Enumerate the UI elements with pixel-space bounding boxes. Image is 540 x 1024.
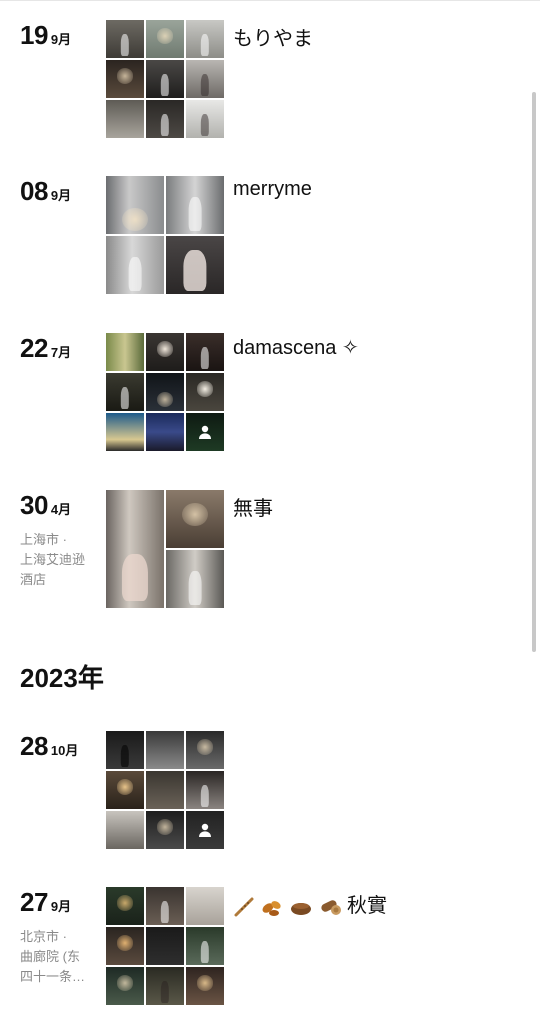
photo-thumbnail[interactable] bbox=[106, 887, 144, 925]
wood-emoji-icon bbox=[321, 900, 341, 915]
entry-day: 22 bbox=[20, 333, 48, 363]
chestnut-emoji-icon bbox=[291, 902, 311, 915]
photo-thumbnail[interactable] bbox=[106, 100, 144, 138]
location-line: 四十一条… bbox=[20, 969, 86, 984]
entry-caption[interactable]: damascena ✧ bbox=[233, 335, 359, 360]
photo-thumbnail[interactable] bbox=[186, 927, 224, 965]
photo-thumbnail[interactable] bbox=[146, 413, 184, 451]
photo-thumbnail[interactable] bbox=[146, 967, 184, 1005]
entry-day: 19 bbox=[20, 20, 48, 50]
photo-thumbnail[interactable] bbox=[106, 927, 144, 965]
photo-thumbnail[interactable] bbox=[186, 413, 224, 451]
photo-thumbnail[interactable] bbox=[166, 236, 224, 294]
moments-album-page: 19 9月 もりやま 08 9月 merryme 22 7月 damascena… bbox=[0, 0, 540, 1024]
entry-caption[interactable]: merryme bbox=[233, 178, 312, 201]
entry-day: 28 bbox=[20, 731, 48, 761]
photo-thumbnail[interactable] bbox=[146, 811, 184, 849]
photo-thumbnail[interactable] bbox=[146, 100, 184, 138]
fallen-leaves-emoji-icon bbox=[262, 900, 281, 916]
photo-thumbnail[interactable] bbox=[106, 490, 164, 608]
photo-thumbnail[interactable] bbox=[186, 967, 224, 1005]
photo-grid[interactable] bbox=[106, 176, 224, 294]
photo-thumbnail[interactable] bbox=[186, 333, 224, 371]
entry-day: 30 bbox=[20, 490, 48, 520]
photo-thumbnail[interactable] bbox=[186, 811, 224, 849]
entry-caption[interactable]: もりやま bbox=[233, 22, 313, 51]
photo-thumbnail[interactable] bbox=[146, 731, 184, 769]
entry-date: 08 9月 bbox=[20, 176, 71, 207]
photo-thumbnail[interactable] bbox=[106, 176, 164, 234]
photo-thumbnail[interactable] bbox=[146, 333, 184, 371]
photo-grid[interactable] bbox=[106, 490, 224, 608]
photo-thumbnail[interactable] bbox=[186, 373, 224, 411]
entry-month: 4月 bbox=[50, 502, 72, 517]
entry-month: 7月 bbox=[50, 345, 72, 360]
photo-thumbnail[interactable] bbox=[186, 20, 224, 58]
location-line: 上海艾迪逊 bbox=[20, 552, 86, 567]
photo-thumbnail[interactable] bbox=[146, 20, 184, 58]
location-line: 上海市 · bbox=[20, 532, 67, 547]
entry-date: 28 10月 bbox=[20, 731, 78, 762]
person-icon bbox=[199, 425, 211, 439]
photo-thumbnail[interactable] bbox=[146, 927, 184, 965]
entry-caption-text: 秋實 bbox=[347, 895, 387, 917]
photo-thumbnail[interactable] bbox=[186, 887, 224, 925]
photo-thumbnail[interactable] bbox=[186, 771, 224, 809]
entry-caption[interactable]: 秋實 bbox=[233, 889, 387, 918]
photo-thumbnail[interactable] bbox=[166, 490, 224, 548]
photo-grid[interactable] bbox=[106, 20, 224, 138]
scrollbar[interactable] bbox=[532, 92, 536, 652]
flute-emoji-icon bbox=[234, 897, 254, 917]
entry-day: 27 bbox=[20, 887, 48, 917]
entry-date: 19 9月 bbox=[20, 20, 71, 51]
photo-thumbnail[interactable] bbox=[106, 333, 144, 371]
entry-day: 08 bbox=[20, 176, 48, 206]
entry-month: 10月 bbox=[50, 743, 79, 758]
photo-thumbnail[interactable] bbox=[106, 967, 144, 1005]
photo-thumbnail[interactable] bbox=[106, 811, 144, 849]
photo-thumbnail[interactable] bbox=[106, 20, 144, 58]
entry-date: 22 7月 bbox=[20, 333, 71, 364]
photo-thumbnail[interactable] bbox=[106, 771, 144, 809]
entry-date: 27 9月 bbox=[20, 887, 71, 918]
photo-thumbnail[interactable] bbox=[146, 60, 184, 98]
photo-grid[interactable] bbox=[106, 731, 224, 849]
entry-month: 9月 bbox=[50, 32, 72, 47]
entry-month: 9月 bbox=[50, 899, 72, 914]
photo-thumbnail[interactable] bbox=[106, 60, 144, 98]
photo-thumbnail[interactable] bbox=[106, 413, 144, 451]
photo-thumbnail[interactable] bbox=[166, 176, 224, 234]
entry-caption[interactable]: 無事 bbox=[233, 492, 273, 521]
entry-date: 30 4月 bbox=[20, 490, 71, 521]
year-header: 2023年 bbox=[20, 663, 104, 693]
entry-location[interactable]: 北京市 · 曲廊院 (东 四十一条… bbox=[20, 927, 100, 987]
photo-thumbnail[interactable] bbox=[146, 373, 184, 411]
photo-thumbnail[interactable] bbox=[186, 60, 224, 98]
person-icon bbox=[199, 823, 211, 837]
photo-thumbnail[interactable] bbox=[106, 731, 144, 769]
photo-thumbnail[interactable] bbox=[106, 373, 144, 411]
photo-thumbnail[interactable] bbox=[146, 771, 184, 809]
photo-thumbnail[interactable] bbox=[186, 731, 224, 769]
entry-location[interactable]: 上海市 · 上海艾迪逊 酒店 bbox=[20, 530, 100, 590]
photo-thumbnail[interactable] bbox=[146, 887, 184, 925]
location-line: 曲廊院 (东 bbox=[20, 949, 80, 964]
location-line: 北京市 · bbox=[20, 929, 67, 944]
photo-thumbnail[interactable] bbox=[106, 236, 164, 294]
photo-grid[interactable] bbox=[106, 887, 224, 1005]
entry-month: 9月 bbox=[50, 188, 72, 203]
photo-thumbnail[interactable] bbox=[166, 550, 224, 608]
photo-grid[interactable] bbox=[106, 333, 224, 451]
top-divider bbox=[0, 0, 540, 1]
location-line: 酒店 bbox=[20, 572, 47, 587]
photo-thumbnail[interactable] bbox=[186, 100, 224, 138]
